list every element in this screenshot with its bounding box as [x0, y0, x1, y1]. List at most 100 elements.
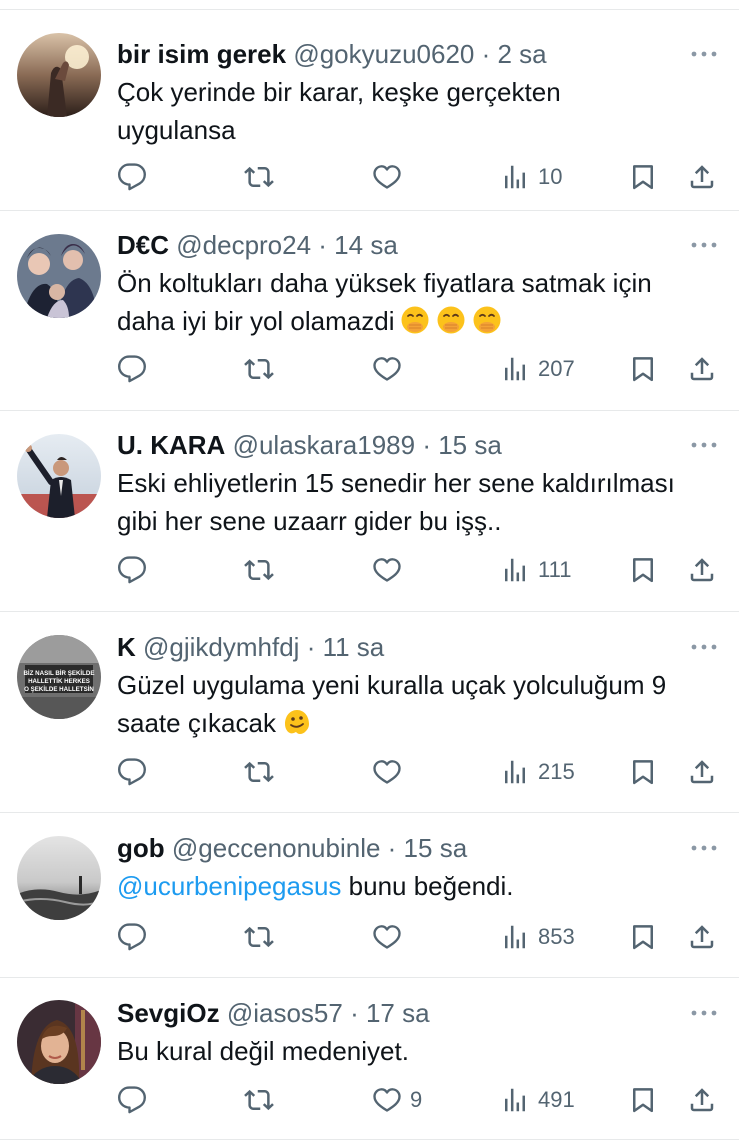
tweet-header: gob @geccenonubinle · 15 sa — [117, 831, 699, 865]
tweet-text-line-content: uygulansa — [117, 115, 236, 145]
more-dots-icon[interactable] — [689, 1003, 719, 1023]
retweet-button[interactable] — [244, 157, 274, 197]
handle[interactable]: @gokyuzu0620 — [293, 39, 474, 69]
handle[interactable]: @geccenonubinle — [172, 833, 381, 863]
like-button[interactable] — [372, 349, 402, 389]
views-button[interactable]: 111 — [500, 550, 571, 590]
reply-button[interactable] — [117, 157, 147, 197]
svg-text:HALLETTİK HERKES: HALLETTİK HERKES — [28, 678, 90, 685]
views-count: 111 — [538, 557, 572, 582]
tweet-header: U. KARA @ulaskara1989 · 15 sa — [117, 428, 699, 462]
bookmark-button[interactable] — [628, 1080, 658, 1120]
bookmark-button[interactable] — [628, 349, 658, 389]
reply-icon — [117, 757, 147, 787]
handle[interactable]: @decpro24 — [176, 230, 311, 260]
mention-link[interactable]: @ucurbenipegasus — [117, 871, 341, 901]
tweet-actions: 207 — [0, 349, 739, 389]
more-dots-icon[interactable] — [689, 637, 719, 657]
avatar[interactable] — [17, 234, 101, 318]
display-name[interactable]: bir isim gerek — [117, 39, 286, 69]
timestamp[interactable]: 15 sa — [404, 833, 468, 863]
avatar[interactable] — [17, 836, 101, 920]
like-button[interactable] — [372, 157, 402, 197]
share-button[interactable] — [687, 917, 717, 957]
tweet-text: Güzel uygulama yeni kuralla uçak yolculu… — [117, 666, 719, 742]
handle[interactable]: @gjikdymhfdj — [143, 632, 299, 662]
avatar[interactable] — [17, 33, 101, 117]
reply-button[interactable] — [117, 1080, 147, 1120]
retweet-button[interactable] — [244, 550, 274, 590]
retweet-button[interactable] — [244, 752, 274, 792]
views-button[interactable]: 853 — [500, 917, 575, 957]
face-with-hand-over-mouth-emoji — [400, 305, 430, 335]
tweet-text-line-content: daha iyi bir yol olamazdi — [117, 306, 395, 336]
tweet-actions: 215 — [0, 752, 739, 792]
display-name[interactable]: D€C — [117, 230, 169, 260]
timestamp[interactable]: 15 sa — [438, 430, 502, 460]
views-button[interactable]: 10 — [500, 157, 562, 197]
display-name[interactable]: SevgiOz — [117, 998, 220, 1028]
retweet-button[interactable] — [244, 917, 274, 957]
retweet-button[interactable] — [244, 1080, 274, 1120]
tweet-text: Çok yerinde bir karar, keşke gerçekten uy… — [117, 73, 719, 149]
handle[interactable]: @ulaskara1989 — [233, 430, 416, 460]
reply-button[interactable] — [117, 752, 147, 792]
bookmark-icon — [628, 162, 658, 192]
views-button[interactable]: 207 — [500, 349, 575, 389]
melting-face-emoji — [282, 707, 312, 737]
timestamp[interactable]: 2 sa — [498, 39, 547, 69]
reply-button[interactable] — [117, 917, 147, 957]
avatar[interactable]: BİZ NASIL BİR ŞEKİLDE HALLETTİK HERKES O Ş… — [17, 635, 101, 719]
separator-dot: · — [474, 39, 498, 69]
tweet-item: SevgiOz @iasos57 · 17 sa Bu kural değil m… — [0, 978, 739, 1140]
tweet-header: SevgiOz @iasos57 · 17 sa — [117, 996, 699, 1030]
views-button[interactable]: 491 — [500, 1080, 575, 1120]
bookmark-button[interactable] — [628, 157, 658, 197]
tweet-text-line: uygulansa — [117, 111, 719, 149]
likes-count: 9 — [410, 1087, 423, 1112]
like-button[interactable] — [372, 550, 402, 590]
share-button[interactable] — [687, 157, 717, 197]
display-name[interactable]: gob — [117, 833, 165, 863]
share-icon — [687, 354, 717, 384]
tweet-text-line-content: Eski ehliyetlerin 15 senedir her sene ka… — [117, 468, 675, 498]
more-dots-icon[interactable] — [689, 235, 719, 255]
bookmark-button[interactable] — [628, 550, 658, 590]
like-button[interactable]: 9 — [372, 1080, 422, 1120]
more-dots-icon[interactable] — [689, 435, 719, 455]
share-icon — [687, 922, 717, 952]
share-button[interactable] — [687, 752, 717, 792]
separator-dot: · — [299, 632, 323, 662]
views-button[interactable]: 215 — [500, 752, 575, 792]
reply-button[interactable] — [117, 349, 147, 389]
timestamp[interactable]: 17 sa — [366, 998, 430, 1028]
handle[interactable]: @iasos57 — [227, 998, 343, 1028]
separator-dot: · — [311, 230, 335, 260]
timestamp[interactable]: 11 sa — [323, 632, 385, 662]
bookmark-button[interactable] — [628, 752, 658, 792]
views-count: 10 — [538, 164, 563, 189]
heart-icon — [372, 757, 402, 787]
share-button[interactable] — [687, 1080, 717, 1120]
more-dots-icon[interactable] — [689, 44, 719, 64]
tweet-item: gob @geccenonubinle · 15 sa @ucurbenipega… — [0, 813, 739, 978]
tweet-text-line-content: Bu kural değil medeniyet. — [117, 1036, 409, 1066]
like-button[interactable] — [372, 917, 402, 957]
like-button[interactable] — [372, 752, 402, 792]
views-chart-icon — [500, 354, 530, 384]
timestamp[interactable]: 14 sa — [334, 230, 398, 260]
views-chart-icon — [500, 555, 530, 585]
face-with-hand-over-mouth-emoji — [472, 305, 502, 335]
bookmark-button[interactable] — [628, 917, 658, 957]
reply-button[interactable] — [117, 550, 147, 590]
avatar[interactable] — [17, 1000, 101, 1084]
reply-icon — [117, 162, 147, 192]
reply-icon — [117, 555, 147, 585]
avatar[interactable] — [17, 434, 101, 518]
more-dots-icon[interactable] — [689, 838, 719, 858]
display-name[interactable]: U. KARA — [117, 430, 225, 460]
share-button[interactable] — [687, 349, 717, 389]
share-button[interactable] — [687, 550, 717, 590]
display-name[interactable]: K — [117, 632, 136, 662]
retweet-button[interactable] — [244, 349, 274, 389]
